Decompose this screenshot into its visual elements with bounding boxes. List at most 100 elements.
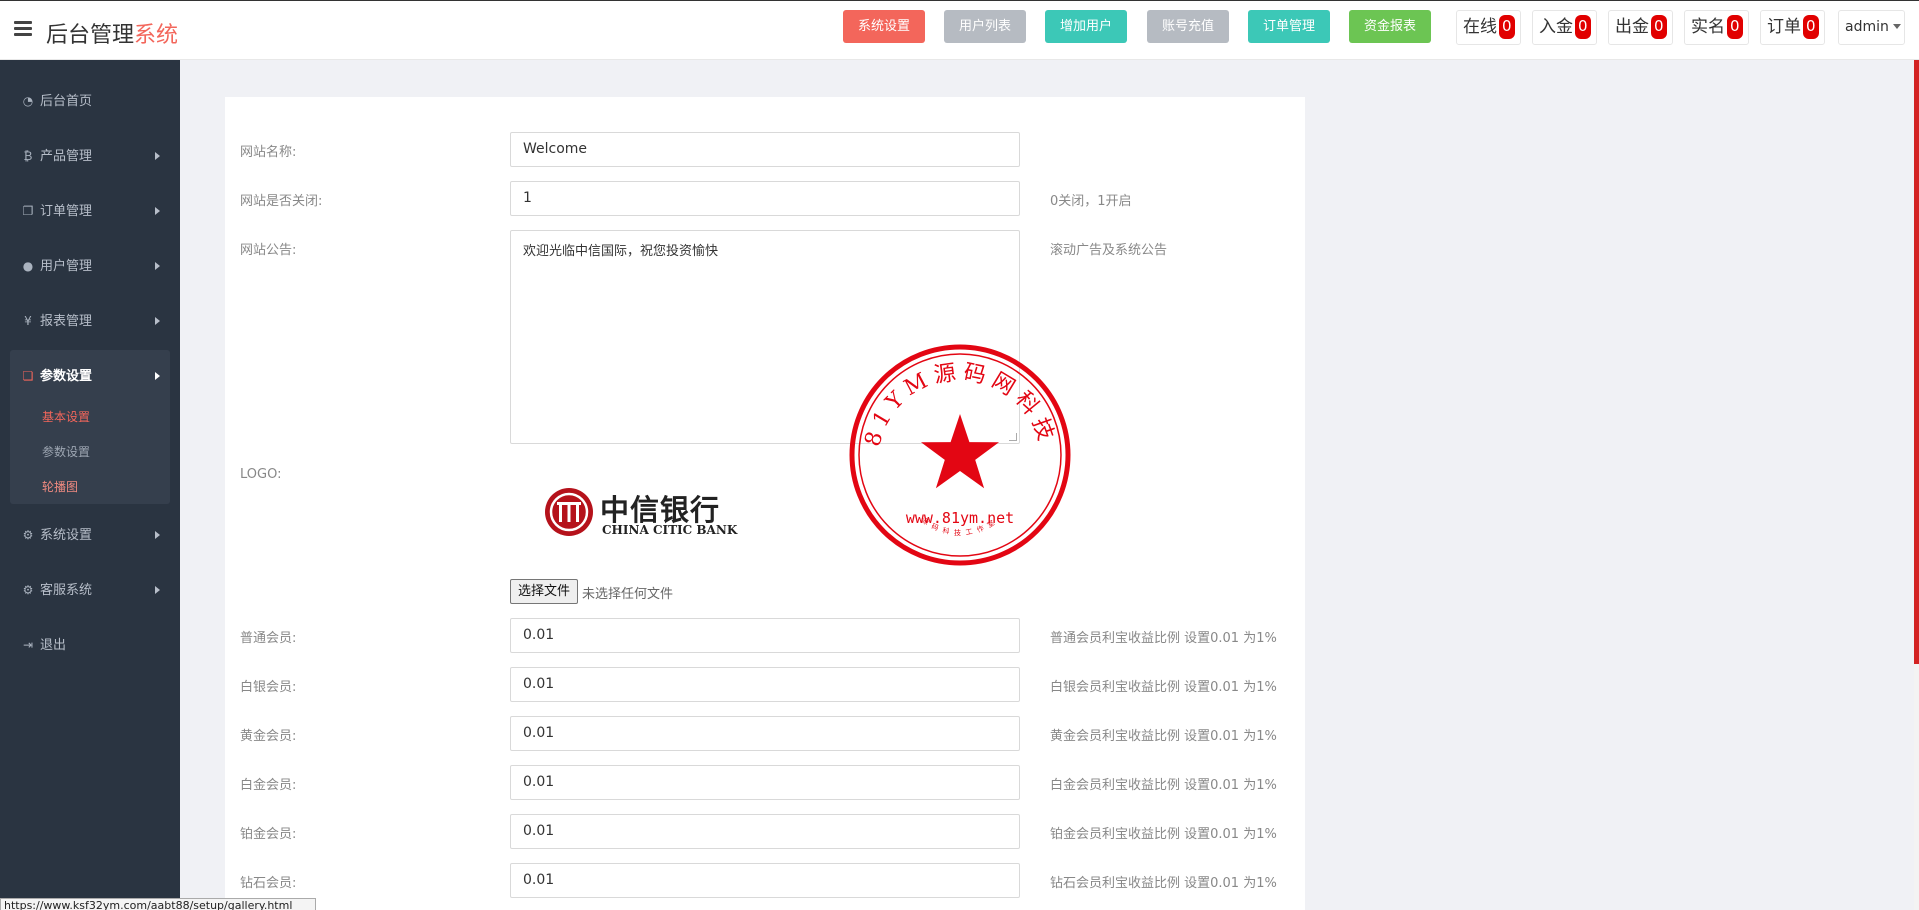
caret-right-icon: [155, 372, 160, 380]
scrollbar-thumb[interactable]: [1914, 60, 1919, 664]
caret-right-icon: [155, 531, 160, 539]
sidebar-subitem-carousel[interactable]: 轮播图: [42, 478, 78, 495]
sidebar-item-logout[interactable]: ⇥ 退出: [0, 623, 180, 667]
sidebar-item-products[interactable]: ₿ 产品管理: [0, 134, 180, 178]
gears-icon: ⚙: [22, 528, 34, 542]
logo-brand-en: CHINA CITIC BANK: [602, 523, 738, 537]
member-rate-input[interactable]: 0.01: [510, 667, 1020, 702]
member-rate-input[interactable]: 0.01: [510, 765, 1020, 800]
notice-label: 网站公告:: [240, 243, 297, 258]
sidebar-item-dashboard[interactable]: ◔ 后台首页: [0, 79, 180, 123]
citic-emblem-icon: [545, 488, 593, 536]
menu-toggle-icon[interactable]: [14, 21, 32, 37]
stat-orders-badge: 0: [1803, 15, 1819, 39]
notice-help: 滚动广告及系统公告: [1050, 243, 1168, 258]
bitcoin-icon: ₿: [23, 149, 33, 163]
app-title-accent: 系统: [134, 23, 179, 48]
stat-deposit[interactable]: 入金 0: [1532, 10, 1597, 45]
sidebar-item-system-settings[interactable]: ⚙ 系统设置: [0, 513, 180, 557]
site-closed-input[interactable]: 1: [510, 181, 1020, 216]
stat-orders[interactable]: 订单 0: [1760, 10, 1825, 45]
sidebar-subitem-param-settings[interactable]: 参数设置: [42, 443, 90, 460]
stat-orders-label: 订单: [1767, 17, 1801, 37]
member-rate-label: 黄金会员:: [240, 729, 297, 744]
copy-icon: ❐: [22, 204, 34, 218]
user-icon: ●: [22, 259, 34, 273]
caret-right-icon: [155, 317, 160, 325]
member-rate-input[interactable]: 0.01: [510, 814, 1020, 849]
site-name-input[interactable]: Welcome: [510, 132, 1020, 167]
choose-file-button[interactable]: 选择文件: [510, 579, 579, 604]
caret-right-icon: [155, 207, 160, 215]
logo-label: LOGO:: [240, 467, 282, 482]
stat-online-label: 在线: [1463, 17, 1497, 37]
fund-report-button[interactable]: 资金报表: [1349, 10, 1431, 43]
stat-verified-badge: 0: [1727, 15, 1743, 39]
site-name-label: 网站名称:: [240, 145, 297, 160]
member-rate-help: 白银会员利宝收益比例 设置0.01 为1%: [1050, 680, 1277, 695]
member-rate-input[interactable]: 0.01: [510, 863, 1020, 898]
stat-verified-label: 实名: [1691, 17, 1725, 37]
site-closed-help: 0关闭，1开启: [1050, 194, 1132, 209]
sidebar-item-orders[interactable]: ❐ 订单管理: [0, 189, 180, 233]
gears-icon: ⚙: [22, 583, 34, 597]
member-rate-label: 普通会员:: [240, 631, 297, 646]
sidebar-item-label: 订单管理: [40, 204, 93, 219]
app-title-main: 后台管理: [46, 23, 135, 48]
stat-verified[interactable]: 实名 0: [1684, 10, 1749, 45]
member-rate-help: 钻石会员利宝收益比例 设置0.01 为1%: [1050, 876, 1277, 891]
sidebar-item-reports[interactable]: ¥ 报表管理: [0, 299, 180, 343]
stat-withdraw-badge: 0: [1651, 15, 1667, 39]
member-rate-help: 铂金会员利宝收益比例 设置0.01 为1%: [1050, 827, 1277, 842]
sidebar-item-customer-service[interactable]: ⚙ 客服系统: [0, 568, 180, 612]
notice-text: 欢迎光临中信国际，祝您投资愉快: [523, 244, 719, 259]
dashboard-icon: ◔: [22, 94, 34, 108]
member-rate-label: 白银会员:: [240, 680, 297, 695]
member-rate-input[interactable]: 0.01: [510, 618, 1020, 653]
user-list-button[interactable]: 用户列表: [944, 10, 1026, 43]
member-rate-label: 钻石会员:: [240, 876, 297, 891]
stat-deposit-badge: 0: [1575, 15, 1591, 39]
member-rate-input[interactable]: 0.01: [510, 716, 1020, 751]
member-rate-help: 普通会员利宝收益比例 设置0.01 为1%: [1050, 631, 1277, 646]
watermark-seal: 81YM源码网科技 www.81ym.net 源码科技工作室: [849, 344, 1071, 566]
site-closed-label: 网站是否关闭:: [240, 194, 323, 209]
caret-right-icon: [155, 152, 160, 160]
account-recharge-button[interactable]: 账号充值: [1147, 10, 1229, 43]
stat-withdraw[interactable]: 出金 0: [1608, 10, 1673, 45]
member-rate-help: 黄金会员利宝收益比例 设置0.01 为1%: [1050, 729, 1277, 744]
sidebar: ◔ 后台首页 ₿ 产品管理 ❐ 订单管理 ● 用户管理 ¥ 报表管理 ❏ 参数设置 基本设置…: [0, 60, 180, 910]
yen-icon: ¥: [24, 314, 32, 328]
user-name: admin: [1845, 19, 1889, 35]
member-rate-label: 白金会员:: [240, 778, 297, 793]
sidebar-item-label: 系统设置: [40, 528, 93, 543]
stat-withdraw-label: 出金: [1615, 17, 1649, 37]
sidebar-item-label: 报表管理: [40, 314, 93, 329]
sidebar-item-label: 退出: [40, 638, 67, 653]
sidebar-item-params[interactable]: ❏ 参数设置: [0, 354, 180, 398]
file-status-text: 未选择任何文件: [582, 587, 674, 602]
stat-online[interactable]: 在线 0: [1456, 10, 1521, 45]
status-bar-url: https://www.ksf32ym.com/aabt88/setup/gal…: [0, 898, 316, 910]
sidebar-subitem-basic-settings[interactable]: 基本设置: [42, 408, 90, 425]
caret-down-icon: [1892, 24, 1901, 29]
stat-deposit-label: 入金: [1539, 17, 1573, 37]
sidebar-item-label: 参数设置: [40, 369, 93, 384]
system-settings-button[interactable]: 系统设置: [843, 10, 925, 43]
sidebar-item-users[interactable]: ● 用户管理: [0, 244, 180, 288]
files-icon: ❏: [22, 369, 34, 383]
order-management-button[interactable]: 订单管理: [1248, 10, 1330, 43]
caret-right-icon: [155, 262, 160, 270]
caret-right-icon: [155, 586, 160, 594]
sidebar-item-label: 客服系统: [40, 583, 93, 598]
add-user-button[interactable]: 增加用户: [1045, 10, 1127, 43]
sidebar-item-label: 后台首页: [40, 94, 93, 109]
user-menu[interactable]: admin: [1838, 10, 1905, 45]
top-bar: 后台管理系统 系统设置 用户列表 增加用户 账号充值 订单管理 资金报表 在线 0…: [0, 0, 1919, 60]
member-rate-help: 白金会员利宝收益比例 设置0.01 为1%: [1050, 778, 1277, 793]
member-rate-label: 铂金会员:: [240, 827, 297, 842]
app-title: 后台管理系统: [46, 17, 178, 49]
star-icon: [921, 414, 999, 489]
sign-out-icon: ⇥: [22, 638, 34, 652]
stat-online-badge: 0: [1499, 15, 1515, 39]
